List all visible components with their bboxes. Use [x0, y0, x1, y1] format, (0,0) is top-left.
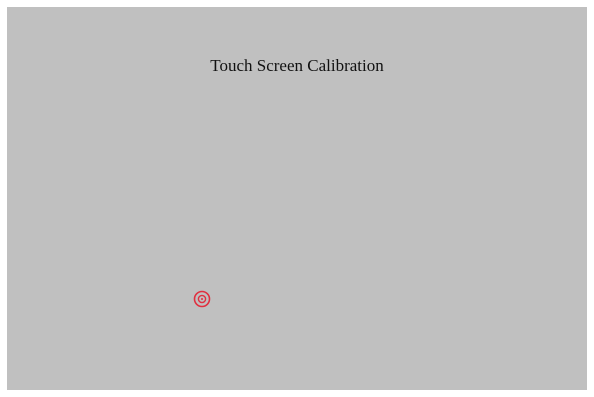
page-title: Touch Screen Calibration: [210, 56, 384, 75]
calibration-screen: Touch Screen Calibration: [7, 7, 587, 390]
calibration-target-icon[interactable]: [193, 290, 211, 308]
